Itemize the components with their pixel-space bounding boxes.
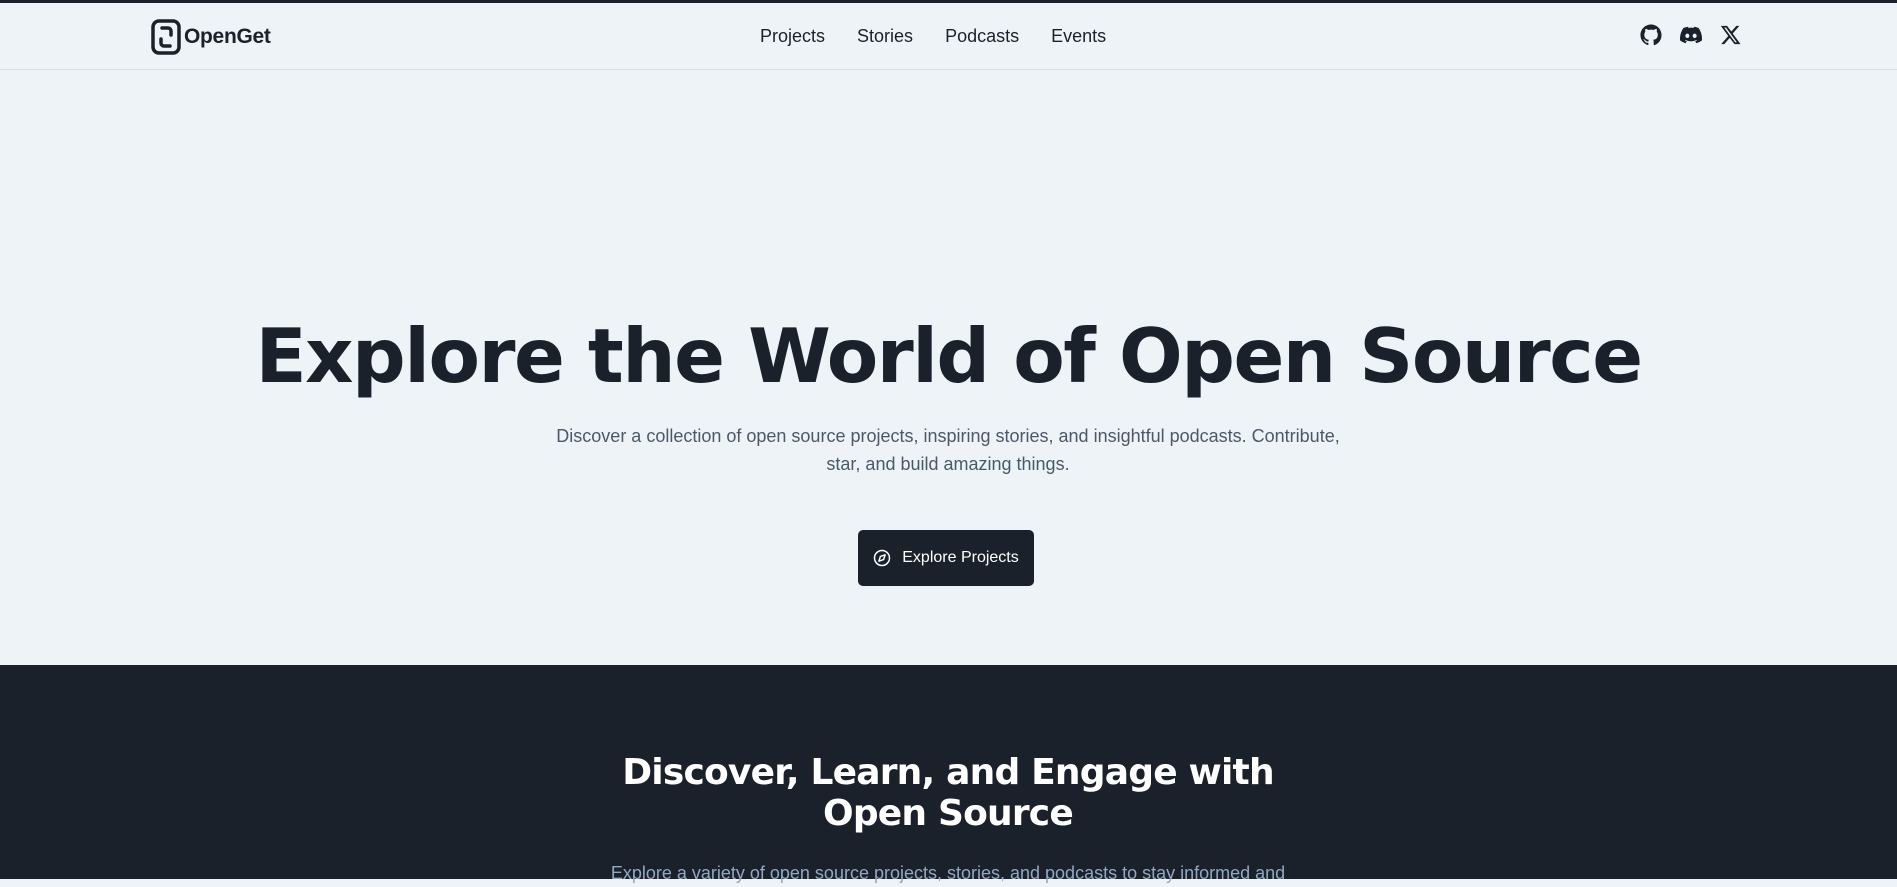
brand-logo-link[interactable]: OpenGet: [151, 19, 271, 55]
discord-icon: [1680, 26, 1702, 44]
hero-title: Explore the World of Open Source: [255, 312, 1643, 400]
discord-link[interactable]: [1680, 24, 1702, 46]
features-description: Explore a variety of open source project…: [610, 863, 1286, 883]
openget-logo-icon: [151, 19, 181, 55]
main-nav: Projects Stories Podcasts Events: [760, 3, 1106, 70]
social-links: [1640, 24, 1742, 46]
compass-icon: [874, 549, 891, 567]
explore-projects-label: Explore Projects: [902, 549, 1019, 566]
github-link[interactable]: [1640, 24, 1662, 46]
features-title: Discover, Learn, and Engage with Open So…: [622, 752, 1274, 834]
x-icon: [1720, 25, 1741, 45]
hero-section: Explore the World of Open Source Discove…: [0, 71, 1897, 665]
features-section: Discover, Learn, and Engage with Open So…: [0, 665, 1897, 883]
nav-link-stories[interactable]: Stories: [857, 26, 913, 47]
nav-link-podcasts[interactable]: Podcasts: [945, 26, 1019, 47]
site-header: OpenGet Projects Stories Podcasts Events: [0, 3, 1897, 70]
github-icon: [1640, 24, 1662, 46]
brand-name: OpenGet: [184, 25, 271, 48]
nav-link-events[interactable]: Events: [1051, 26, 1106, 47]
explore-projects-button[interactable]: Explore Projects: [858, 530, 1034, 586]
hero-subtitle: Discover a collection of open source pro…: [556, 426, 1340, 474]
nav-link-projects[interactable]: Projects: [760, 26, 825, 47]
x-link[interactable]: [1720, 24, 1742, 46]
